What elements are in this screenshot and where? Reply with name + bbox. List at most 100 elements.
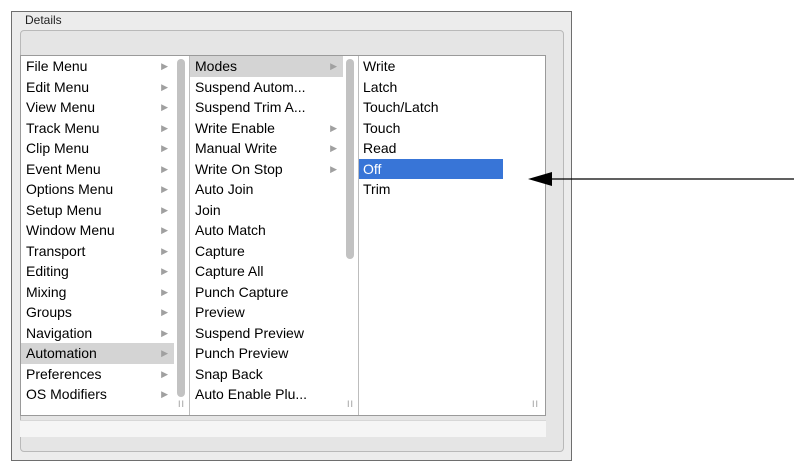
list-item[interactable]: Preferences ▶ <box>21 364 174 385</box>
list-item[interactable]: Auto Join <box>190 179 343 200</box>
list-item[interactable]: Write Enable ▶ <box>190 118 343 139</box>
automation-scrollbar[interactable] <box>343 56 358 415</box>
list-item[interactable]: Navigation ▶ <box>21 323 174 344</box>
list-item[interactable]: Trim <box>359 179 503 200</box>
item-label: Modes <box>195 58 238 74</box>
item-label: File Menu <box>26 58 88 74</box>
menus-scrollbar[interactable] <box>174 56 189 415</box>
list-item-automation[interactable]: Automation ▶ <box>21 343 174 364</box>
column-resize-grip-icon[interactable]: II <box>178 399 185 409</box>
column-browser: File Menu ▶ Edit Menu ▶ View Menu ▶ Track M… <box>20 55 546 416</box>
submenu-arrow-icon: ▶ <box>161 368 168 379</box>
scrollbar-thumb[interactable] <box>346 59 354 259</box>
item-label: Punch Capture <box>195 283 289 300</box>
list-item[interactable]: Suspend Autom... <box>190 77 343 98</box>
item-label: Groups <box>26 304 72 320</box>
submenu-arrow-icon: ▶ <box>161 61 168 71</box>
item-label: Latch <box>363 78 398 95</box>
item-label: Auto Enable Plu... <box>195 386 308 402</box>
list-item[interactable]: Options Menu ▶ <box>21 179 174 200</box>
window-title: Details <box>25 13 62 27</box>
item-label: Suspend Preview <box>195 324 304 341</box>
list-item[interactable]: File Menu ▶ <box>21 56 174 77</box>
list-item[interactable]: Capture All <box>190 261 343 282</box>
scrollbar-thumb[interactable] <box>177 59 185 397</box>
submenu-arrow-icon: ▶ <box>161 327 168 338</box>
list-item[interactable]: Editing ▶ <box>21 261 174 282</box>
item-label: Auto Match <box>195 222 266 238</box>
submenu-arrow-icon: ▶ <box>330 163 337 174</box>
submenu-arrow-icon: ▶ <box>330 122 337 133</box>
submenu-arrow-icon: ▶ <box>161 102 168 112</box>
list-item[interactable]: Snap Back <box>190 364 343 385</box>
submenu-arrow-icon: ▶ <box>161 225 168 235</box>
item-label: Mixing <box>26 283 67 300</box>
column-resize-grip-icon[interactable]: II <box>347 399 354 409</box>
list-item[interactable]: Capture <box>190 241 343 262</box>
item-label: Write Enable <box>195 119 275 136</box>
item-label: Options Menu <box>26 181 114 197</box>
submenu-arrow-icon: ▶ <box>161 163 168 174</box>
list-item[interactable]: Join <box>190 200 343 221</box>
submenu-arrow-icon: ▶ <box>161 286 168 297</box>
list-item[interactable]: Auto Match <box>190 220 343 241</box>
column-resize-grip-icon[interactable]: II <box>532 399 539 409</box>
item-label: Setup Menu <box>26 201 102 218</box>
list-item[interactable]: OS Modifiers ▶ <box>21 384 174 405</box>
item-label: OS Modifiers <box>26 386 107 402</box>
list-item[interactable]: Window Menu ▶ <box>21 220 174 241</box>
list-item[interactable]: Event Menu ▶ <box>21 159 174 180</box>
list-item[interactable]: Touch/Latch <box>359 97 503 118</box>
list-item[interactable]: Track Menu ▶ <box>21 118 174 139</box>
item-label: Join <box>195 201 221 218</box>
item-label: Trim <box>363 181 391 197</box>
list-item[interactable]: Punch Preview <box>190 343 343 364</box>
submenu-arrow-icon: ▶ <box>330 61 337 71</box>
list-item[interactable]: Read <box>359 138 503 159</box>
submenu-arrow-icon: ▶ <box>161 245 168 256</box>
list-item[interactable]: Setup Menu ▶ <box>21 200 174 221</box>
automation-list: Modes ▶ Suspend Autom... Suspend Trim A..… <box>190 56 343 405</box>
item-label: Manual Write <box>195 140 278 156</box>
list-item-modes[interactable]: Modes ▶ <box>190 56 343 77</box>
item-label: Write On Stop <box>195 160 283 177</box>
list-item[interactable]: Write On Stop ▶ <box>190 159 343 180</box>
item-label: Suspend Trim A... <box>195 99 306 115</box>
list-item[interactable]: View Menu ▶ <box>21 97 174 118</box>
item-label: View Menu <box>26 99 96 115</box>
item-label: Capture All <box>195 263 264 279</box>
browser-status-bar <box>20 420 546 437</box>
list-item[interactable]: Manual Write ▶ <box>190 138 343 159</box>
item-label: Event Menu <box>26 160 101 177</box>
item-label: Automation <box>26 345 97 361</box>
list-item[interactable]: Auto Enable Plu... <box>190 384 343 405</box>
list-item[interactable]: Clip Menu ▶ <box>21 138 174 159</box>
list-item[interactable]: Transport ▶ <box>21 241 174 262</box>
item-label: Preview <box>195 304 245 320</box>
list-item[interactable]: Suspend Preview <box>190 323 343 344</box>
item-label: Window Menu <box>26 222 115 238</box>
item-label: Clip Menu <box>26 140 90 156</box>
item-label: Suspend Autom... <box>195 78 306 95</box>
list-item[interactable]: Suspend Trim A... <box>190 97 343 118</box>
submenu-arrow-icon: ▶ <box>161 389 168 399</box>
submenu-arrow-icon: ▶ <box>161 266 168 276</box>
item-label: Punch Preview <box>195 345 289 361</box>
item-label: Preferences <box>26 365 102 382</box>
list-item[interactable]: Preview <box>190 302 343 323</box>
submenu-arrow-icon: ▶ <box>161 81 168 92</box>
item-label: Auto Join <box>195 181 254 197</box>
list-item[interactable]: Write <box>359 56 503 77</box>
list-item[interactable]: Edit Menu ▶ <box>21 77 174 98</box>
item-label: Transport <box>26 242 86 259</box>
list-item[interactable]: Punch Capture <box>190 282 343 303</box>
item-label: Snap Back <box>195 365 263 382</box>
callout-arrow-icon <box>528 172 794 186</box>
list-item[interactable]: Mixing ▶ <box>21 282 174 303</box>
list-item[interactable]: Groups ▶ <box>21 302 174 323</box>
item-label: Read <box>363 140 397 156</box>
list-item-off-selected[interactable]: Off <box>359 158 503 179</box>
list-item[interactable]: Latch <box>359 77 503 98</box>
list-item[interactable]: Touch <box>359 118 503 139</box>
item-label: Edit Menu <box>26 78 90 95</box>
